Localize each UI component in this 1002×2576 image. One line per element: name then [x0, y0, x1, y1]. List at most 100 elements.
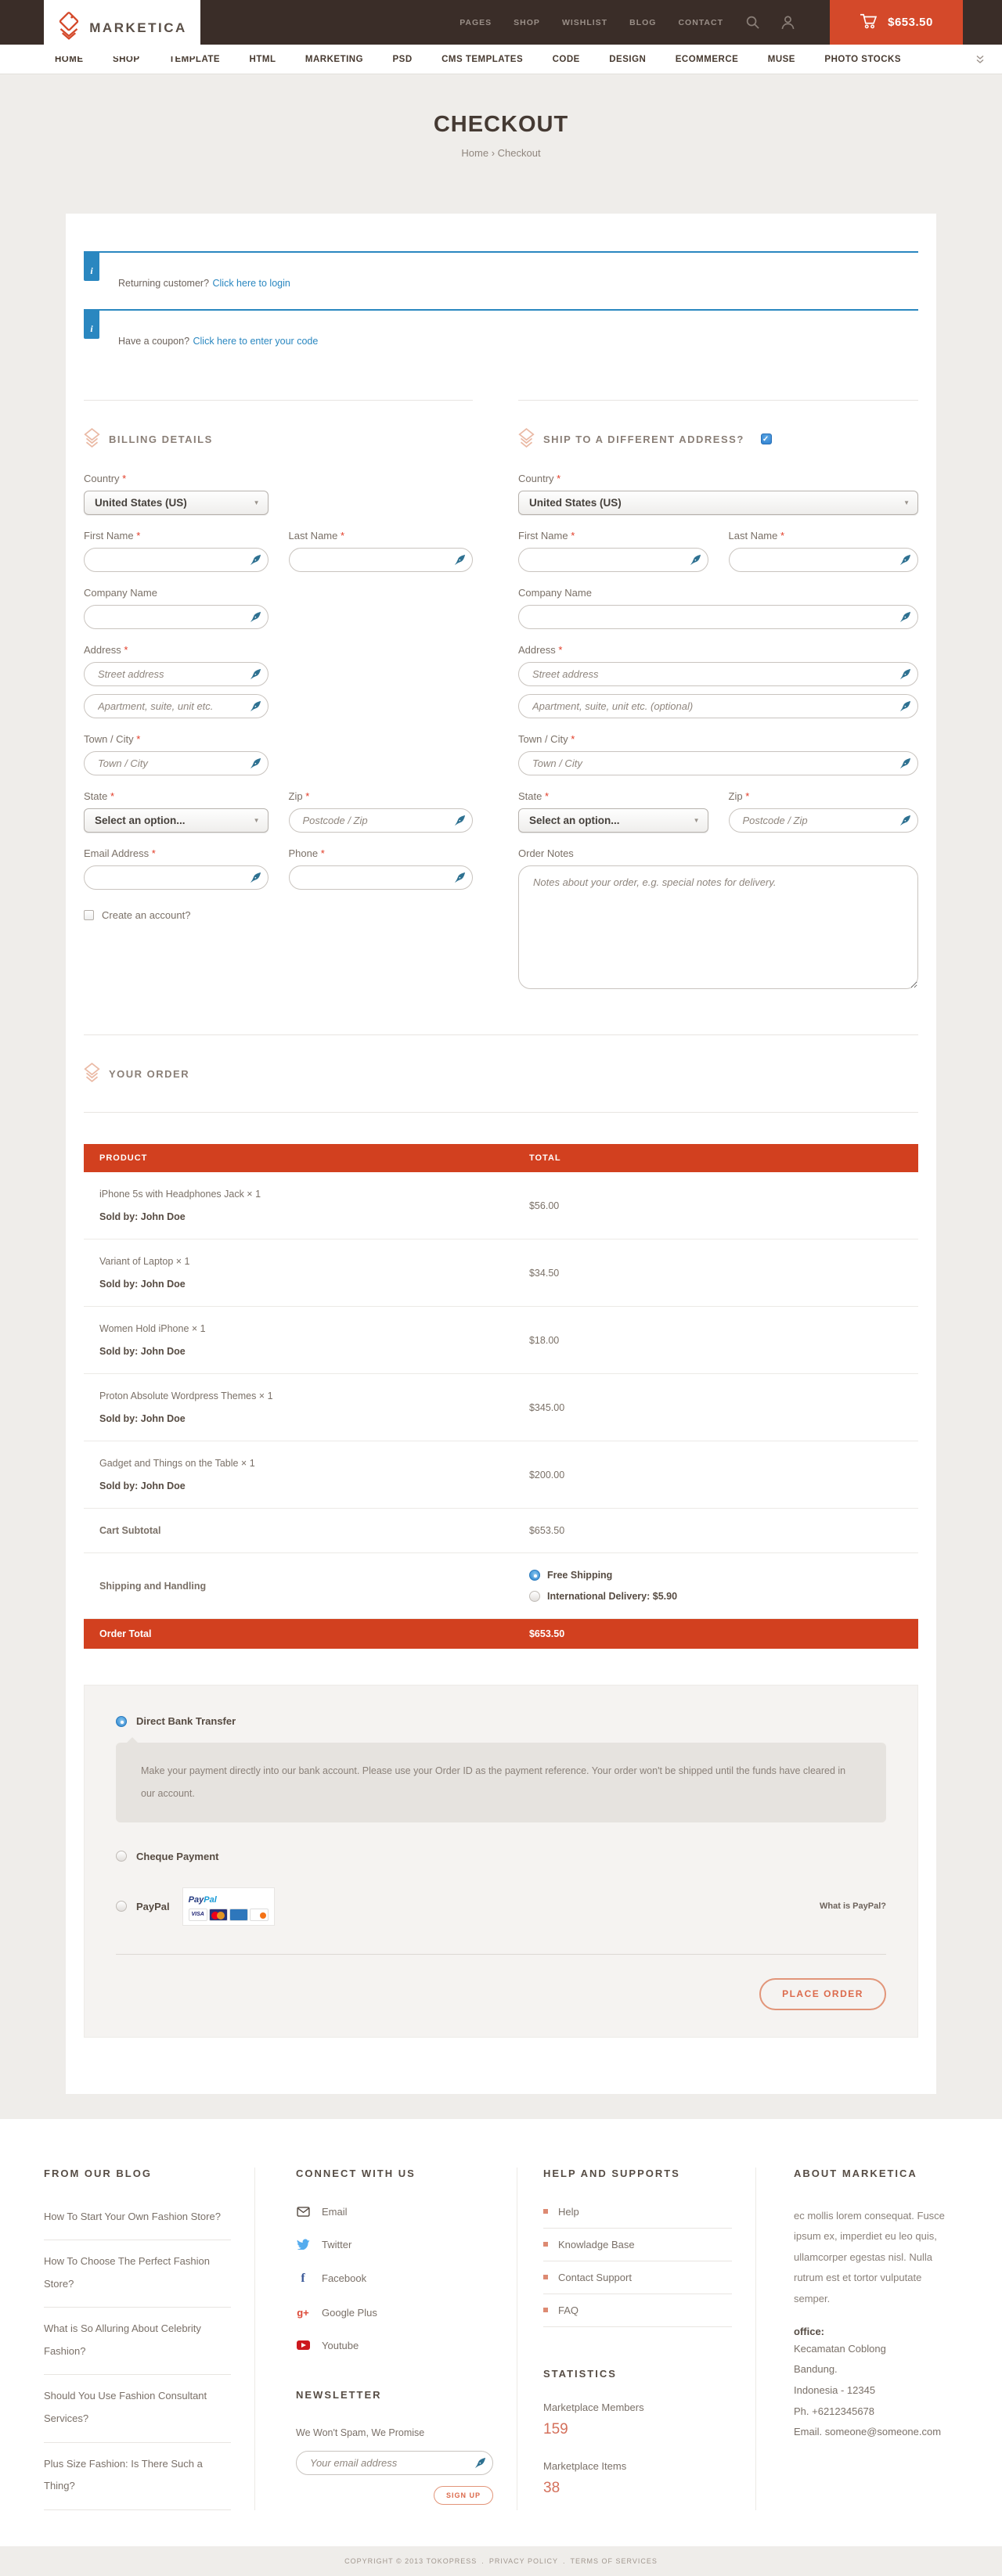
topnav-pages[interactable]: PAGES — [460, 18, 492, 27]
shipping-option-free[interactable]: Free Shipping — [529, 1570, 903, 1581]
divider — [84, 1034, 918, 1035]
newsletter-signup-button[interactable]: SIGN UP — [434, 2486, 493, 2505]
coupon-link[interactable]: Click here to enter your code — [193, 336, 319, 347]
shipping-first-name-input[interactable] — [518, 548, 708, 572]
billing-last-name-field: Last Name * — [289, 530, 474, 572]
billing-email-input[interactable] — [84, 865, 269, 890]
topnav-contact[interactable]: CONTACT — [678, 18, 723, 27]
pen-icon — [899, 554, 911, 566]
menu-cms-templates[interactable]: CMS TEMPLATES — [442, 55, 523, 64]
twitter-link[interactable]: Twitter — [296, 2239, 493, 2250]
facebook-link[interactable]: f Facebook — [296, 2272, 493, 2286]
billing-first-name-field: First Name * — [84, 530, 269, 572]
place-order-button[interactable]: PLACE ORDER — [759, 1978, 886, 2010]
radio-unselected-icon[interactable] — [116, 1851, 127, 1862]
square-bullet-icon — [543, 2308, 548, 2312]
info-icon: i — [84, 253, 99, 281]
blog-post-link[interactable]: How To Start Your Own Fashion Store? — [44, 2206, 231, 2241]
cart-button[interactable]: $653.50 — [830, 0, 963, 45]
terms-link[interactable]: TERMS OF SERVICES — [571, 2557, 658, 2565]
ship-different-checkbox[interactable]: ✓ — [761, 434, 772, 444]
faq-link[interactable]: FAQ — [543, 2294, 732, 2327]
billing-first-name-input[interactable] — [84, 548, 269, 572]
product-name: Proton Absolute Wordpress Themes × 1 — [99, 1391, 498, 1401]
radio-selected-icon[interactable] — [529, 1570, 540, 1581]
breadcrumb-separator: › — [492, 147, 495, 159]
radio-unselected-icon[interactable] — [529, 1591, 540, 1602]
menu-photo-stocks[interactable]: PHOTO STOCKS — [824, 55, 901, 64]
email-link[interactable]: Email — [296, 2206, 493, 2218]
menu-psd[interactable]: PSD — [392, 55, 412, 64]
breadcrumb-home[interactable]: Home — [461, 147, 488, 159]
billing-state-select[interactable]: Select an option... ▼ — [84, 808, 269, 833]
help-link[interactable]: Help — [543, 2206, 732, 2229]
billing-phone-input[interactable] — [289, 865, 474, 890]
payment-bank-transfer[interactable]: Direct Bank Transfer — [116, 1715, 886, 1727]
menu-muse[interactable]: MUSE — [768, 55, 795, 64]
search-icon[interactable] — [745, 15, 760, 30]
menu-ecommerce[interactable]: ECOMMERCE — [676, 55, 739, 64]
mastercard-icon — [209, 1909, 228, 1921]
topnav-shop[interactable]: SHOP — [514, 18, 540, 27]
pen-icon — [899, 757, 911, 769]
billing-zip-input[interactable] — [289, 808, 474, 833]
topnav-blog[interactable]: BLOG — [629, 18, 656, 27]
cart-total: $653.50 — [888, 16, 933, 29]
returning-customer-notice[interactable]: i Returning customer? Click here to logi… — [84, 251, 918, 309]
billing-apartment-input[interactable] — [84, 694, 269, 718]
shipping-last-name-input[interactable] — [729, 548, 919, 572]
menu-design[interactable]: DESIGN — [609, 55, 646, 64]
shipping-apartment-input[interactable] — [518, 694, 918, 718]
blog-post-link[interactable]: How To Choose The Perfect Fashion Store? — [44, 2240, 231, 2308]
menu-marketing[interactable]: MARKETING — [305, 55, 363, 64]
blog-post-link[interactable]: What is So Alluring About Celebrity Fash… — [44, 2308, 231, 2375]
privacy-policy-link[interactable]: PRIVACY POLICY — [489, 2557, 558, 2565]
shipping-town-input[interactable] — [518, 751, 918, 775]
topnav-wishlist[interactable]: WISHLIST — [562, 18, 607, 27]
pen-icon — [250, 872, 261, 883]
payment-paypal[interactable]: PayPal PayPal VISA What is PayPal? — [116, 1887, 886, 1926]
blog-post-link[interactable]: Should You Use Fashion Consultant Servic… — [44, 2375, 231, 2442]
order-row: Women Hold iPhone × 1 Sold by: John Doe … — [84, 1307, 918, 1374]
order-row: Proton Absolute Wordpress Themes × 1 Sol… — [84, 1374, 918, 1441]
chevron-double-down-icon[interactable] — [975, 55, 985, 64]
menu-html[interactable]: HTML — [250, 55, 276, 64]
radio-selected-icon[interactable] — [116, 1716, 127, 1727]
create-account-option[interactable]: Create an account? — [84, 909, 473, 921]
shipping-company-input[interactable] — [518, 605, 918, 629]
login-link[interactable]: Click here to login — [212, 278, 290, 289]
knowledge-base-link[interactable]: Knowladge Base — [543, 2229, 732, 2261]
billing-town-input[interactable] — [84, 751, 269, 775]
shipping-option-international[interactable]: International Delivery: $5.90 — [529, 1591, 903, 1602]
blog-post-link[interactable]: Plus Size Fashion: Is There Such a Thing… — [44, 2443, 231, 2510]
shipping-zip-input[interactable] — [729, 808, 919, 833]
pen-icon — [250, 668, 261, 680]
shipping-street-input[interactable] — [518, 662, 918, 686]
user-account-icon[interactable] — [780, 15, 795, 30]
coupon-notice[interactable]: i Have a coupon? Click here to enter you… — [84, 309, 918, 367]
billing-street-input[interactable] — [84, 662, 269, 686]
billing-zip-field: Zip * — [289, 790, 474, 833]
menu-code[interactable]: CODE — [553, 55, 580, 64]
youtube-link[interactable]: Youtube — [296, 2340, 493, 2351]
google-plus-link[interactable]: g+ Google Plus — [296, 2307, 493, 2319]
checkbox-unchecked-icon[interactable] — [84, 910, 94, 920]
shipping-country-select[interactable]: United States (US) ▼ — [518, 491, 918, 515]
shipping-state-select[interactable]: Select an option... ▼ — [518, 808, 708, 833]
billing-company-input[interactable] — [84, 605, 269, 629]
chevron-down-icon: ▼ — [254, 817, 260, 824]
pen-icon — [250, 700, 261, 712]
what-is-paypal-link[interactable]: What is PayPal? — [820, 1901, 886, 1911]
shipping-first-name-field: First Name * — [518, 530, 708, 572]
billing-last-name-input[interactable] — [289, 548, 474, 572]
newsletter-email-input[interactable] — [296, 2451, 493, 2475]
shipping-section: SHIP TO A DIFFERENT ADDRESS? ✓ Country *… — [518, 400, 918, 1008]
payment-cheque[interactable]: Cheque Payment — [116, 1851, 886, 1862]
logo[interactable]: MARKETICA — [44, 0, 200, 56]
your-order-heading: YOUR ORDER — [84, 1062, 918, 1085]
radio-unselected-icon[interactable] — [116, 1901, 127, 1912]
contact-support-link[interactable]: Contact Support — [543, 2261, 732, 2294]
billing-country-select[interactable]: United States (US) ▼ — [84, 491, 269, 515]
shipping-address-field: Address * — [518, 644, 918, 686]
order-notes-textarea[interactable] — [518, 865, 918, 989]
